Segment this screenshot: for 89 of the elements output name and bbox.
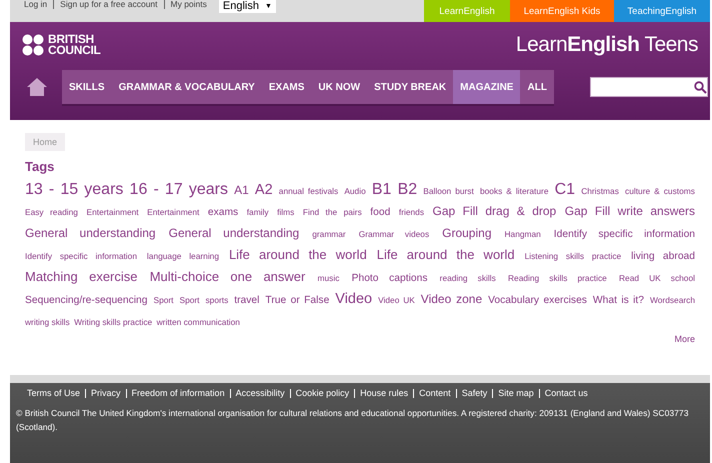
logo-dots-icon (22, 34, 44, 56)
tag-link[interactable]: Video (335, 291, 372, 307)
tag-link[interactable]: Gap Fill drag & drop (432, 204, 556, 218)
footer-link[interactable]: Safety (456, 389, 492, 398)
tag-link[interactable]: writing skills (25, 317, 70, 327)
tag-link[interactable]: Audio (344, 186, 366, 196)
tag-link[interactable]: exams (208, 207, 238, 218)
copyright-notice: © British Council The United Kingdom's international organisation for cultural relations and educational opportunities. A registered charity: 209131 (England and Wales) SC03773 (Scotland). (16, 407, 690, 434)
tag-link[interactable]: True or False (265, 295, 330, 306)
tag-link[interactable]: Easy reading (25, 207, 78, 217)
tag-link[interactable]: friends (398, 207, 424, 217)
tag-link[interactable]: Video zone (420, 292, 482, 306)
logo-text: BRITISH COUNCIL (48, 34, 101, 56)
home-icon[interactable] (26, 76, 48, 98)
tag-link[interactable]: books & literature (480, 186, 548, 196)
nav-tab[interactable]: GRAMMAR & VOCABULARY (112, 70, 262, 104)
more-link[interactable]: More (674, 334, 695, 344)
tag-link[interactable]: Life around the world (228, 247, 367, 262)
tag-link[interactable]: Find the pairs (302, 207, 362, 217)
tag-link[interactable]: 13 - 15 years (25, 181, 124, 198)
tag-link[interactable]: grammar (312, 229, 346, 239)
tag-link[interactable]: culture & customs (625, 186, 695, 196)
tag-link[interactable]: Video UK (378, 295, 415, 305)
tag-link[interactable]: family (246, 207, 269, 217)
tag-link[interactable]: Identify specific information (554, 229, 696, 240)
site-tab[interactable]: TeachingEnglish (614, 0, 710, 22)
top-link[interactable]: Log in (18, 0, 54, 9)
tag-link[interactable]: annual festivals (278, 186, 338, 196)
tag-link[interactable]: B1 (372, 181, 392, 198)
nav-tab[interactable]: ALL (520, 70, 554, 104)
tag-link[interactable]: 16 - 17 years (130, 181, 228, 198)
tag-link[interactable]: Entertainment (147, 207, 200, 217)
tag-link[interactable]: Read UK school (618, 273, 695, 283)
tags-heading: Tags (25, 159, 56, 174)
tag-link[interactable]: C1 (554, 181, 576, 198)
top-link[interactable]: My points (164, 0, 213, 9)
tag-link[interactable]: reading skills (440, 273, 496, 283)
search-field[interactable] (590, 77, 708, 97)
search-icon[interactable] (694, 80, 707, 94)
tag-link[interactable]: Sport (153, 295, 174, 305)
tag-link[interactable]: Wordsearch (650, 295, 695, 305)
tag-link[interactable]: Sequencing/re-sequencing (25, 295, 148, 306)
tag-link[interactable]: food (370, 207, 390, 218)
tag-link[interactable]: A1 (234, 183, 249, 197)
footer-link[interactable]: House rules (354, 389, 414, 398)
footer-link[interactable]: Contact us (538, 389, 593, 398)
tag-link[interactable]: Grouping (442, 226, 492, 240)
nav-tab[interactable]: UK NOW (311, 70, 368, 104)
nav-tab[interactable]: MAGAZINE (453, 70, 520, 104)
tag-link[interactable]: Entertainment (86, 207, 139, 217)
footer-link[interactable]: Terms of Use (22, 389, 86, 398)
tag-link[interactable]: travel (234, 295, 260, 306)
tag-link[interactable]: sports (205, 295, 228, 305)
footer-link[interactable]: Accessibility (230, 389, 290, 398)
tag-link[interactable]: Hangman (504, 229, 541, 239)
footer-link[interactable]: Site map (492, 389, 539, 398)
tag-link[interactable]: Writing skills practice (74, 317, 152, 327)
tag-link[interactable]: Balloon burst (423, 186, 474, 196)
tag-link[interactable]: Multi-choice one answer (150, 269, 306, 284)
tag-link[interactable]: Photo captions (352, 273, 428, 284)
tag-link[interactable]: Matching exercise (25, 269, 138, 284)
tag-link[interactable]: Vocabulary exercises (488, 295, 587, 306)
site-title: LearnEnglish Teens (516, 33, 698, 57)
footer-link[interactable]: Content (413, 389, 456, 398)
nav-tab[interactable]: SKILLS (62, 70, 112, 104)
tag-link[interactable]: music (318, 273, 340, 283)
tag-link[interactable]: What is it? (592, 295, 644, 306)
top-link[interactable]: Sign up for a free account (53, 0, 164, 9)
footer-link[interactable]: Cookie policy (290, 389, 354, 398)
tag-link[interactable]: Grammar videos (358, 229, 430, 239)
tag-link[interactable]: Christmas (581, 186, 619, 196)
nav-tab[interactable]: EXAMS (262, 70, 312, 104)
footer-link[interactable]: Freedom of information (126, 389, 230, 398)
tag-link[interactable]: Sport (179, 295, 200, 305)
tag-link[interactable]: General understanding (168, 226, 300, 240)
tag-link[interactable]: living abroad (631, 251, 695, 262)
tag-link[interactable]: Listening skills practice (524, 251, 622, 261)
tag-link[interactable]: Gap Fill write answers (564, 204, 696, 218)
tag-link[interactable]: A2 (254, 182, 273, 198)
tag-link[interactable]: Life around the world (376, 247, 515, 262)
tag-link[interactable]: films (277, 207, 294, 217)
tag-link[interactable]: language learning (146, 251, 219, 261)
tag-link[interactable]: Identify specific information (25, 251, 137, 261)
tag-link[interactable]: Reading skills practice (508, 273, 607, 283)
tag-link[interactable]: written communication (156, 317, 240, 327)
footer-link[interactable]: Privacy (85, 389, 126, 398)
tag-link[interactable]: B2 (398, 181, 418, 198)
tag-link[interactable]: General understanding (25, 226, 156, 240)
nav-tab[interactable]: STUDY BREAK (367, 70, 454, 104)
